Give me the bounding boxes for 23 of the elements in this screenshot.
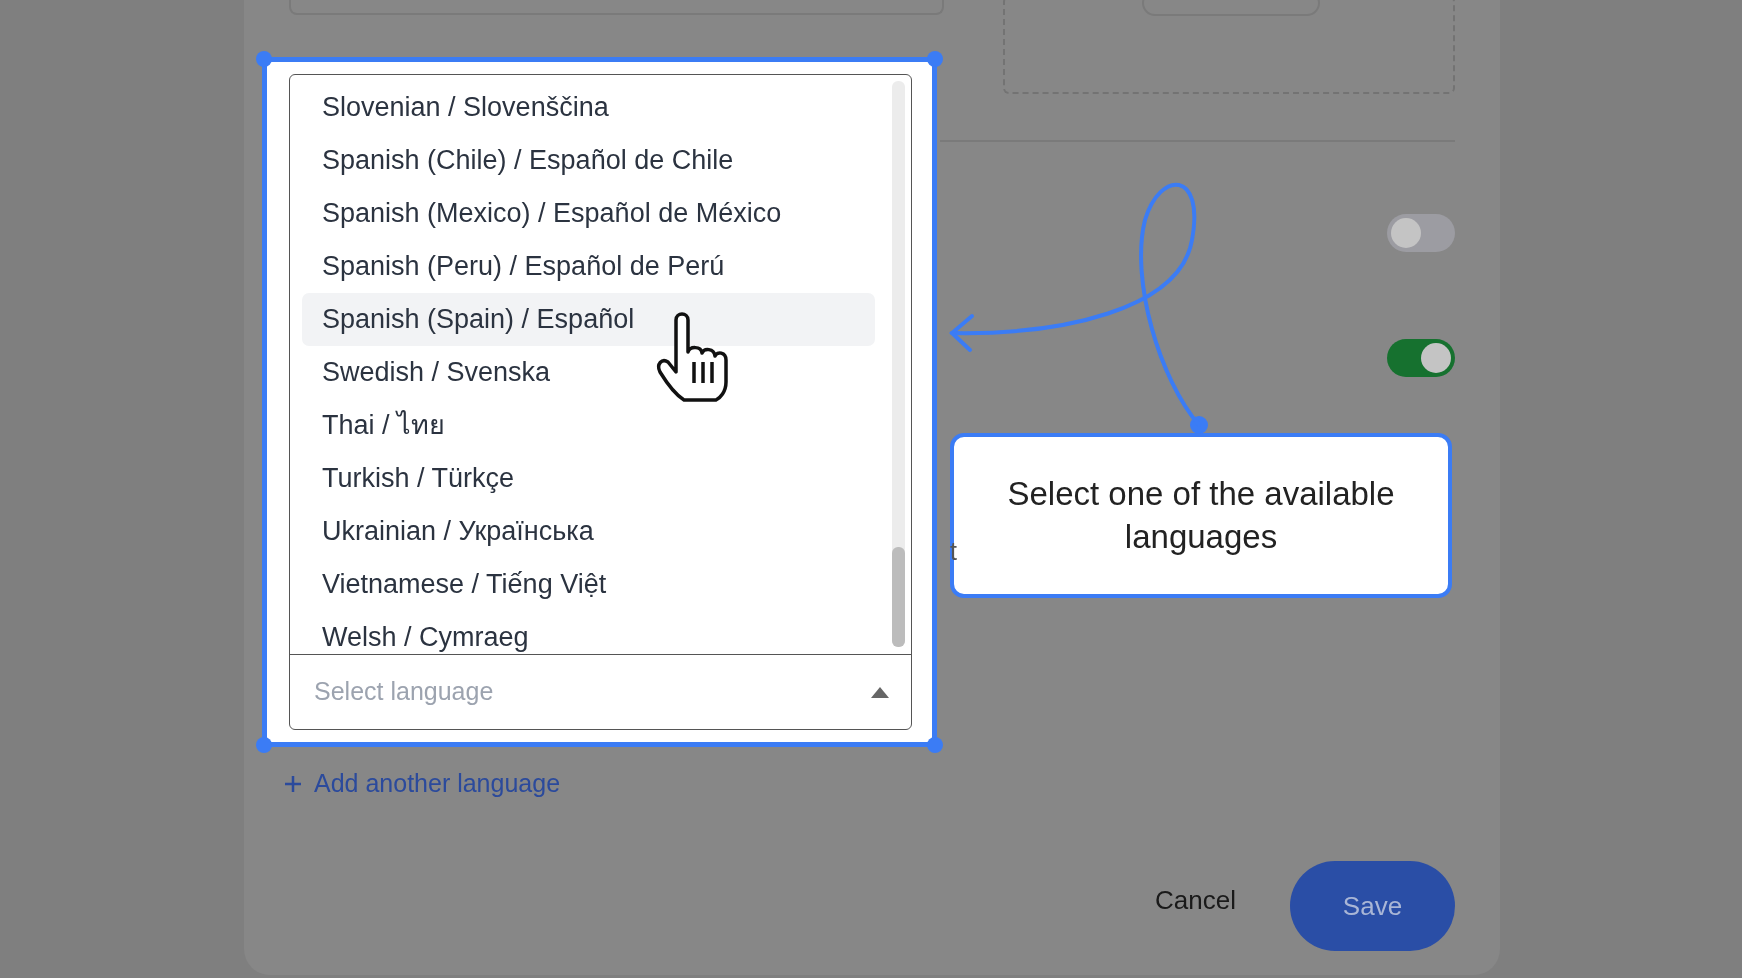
dropdown-option[interactable]: Ukrainian / Українська — [302, 505, 875, 558]
save-button[interactable]: Save — [1290, 861, 1455, 951]
hand-cursor-icon — [656, 312, 728, 402]
dropdown-option[interactable]: Welsh / Cymraeg — [302, 611, 875, 654]
resize-handle[interactable] — [256, 51, 272, 67]
dropdown-option[interactable]: Spanish (Spain) / Español — [302, 293, 875, 346]
resize-handle[interactable] — [927, 737, 943, 753]
toggle-switch[interactable] — [1387, 214, 1455, 252]
dropdown-option[interactable]: Slovenian / Slovenščina — [302, 81, 875, 134]
dropdown-option[interactable]: Spanish (Mexico) / Español de México — [302, 187, 875, 240]
dropdown-option[interactable]: Turkish / Türkçe — [302, 452, 875, 505]
dropdown-option[interactable]: Spanish (Peru) / Español de Perú — [302, 240, 875, 293]
dropdown-option[interactable]: Thai / ไทย — [302, 399, 875, 452]
dropdown-option[interactable]: Spanish (Chile) / Español de Chile — [302, 134, 875, 187]
plus-icon — [284, 774, 302, 793]
resize-handle[interactable] — [256, 737, 272, 753]
scrollbar[interactable] — [892, 81, 905, 647]
resize-handle[interactable] — [927, 51, 943, 67]
dropdown-option[interactable]: Vietnamese / Tiếng Việt — [302, 558, 875, 611]
dropdown-option[interactable]: Swedish / Svenska — [302, 346, 875, 399]
cancel-button[interactable]: Cancel — [1149, 880, 1242, 921]
caret-icon — [871, 686, 889, 698]
toggle-switch[interactable] — [1387, 339, 1455, 377]
